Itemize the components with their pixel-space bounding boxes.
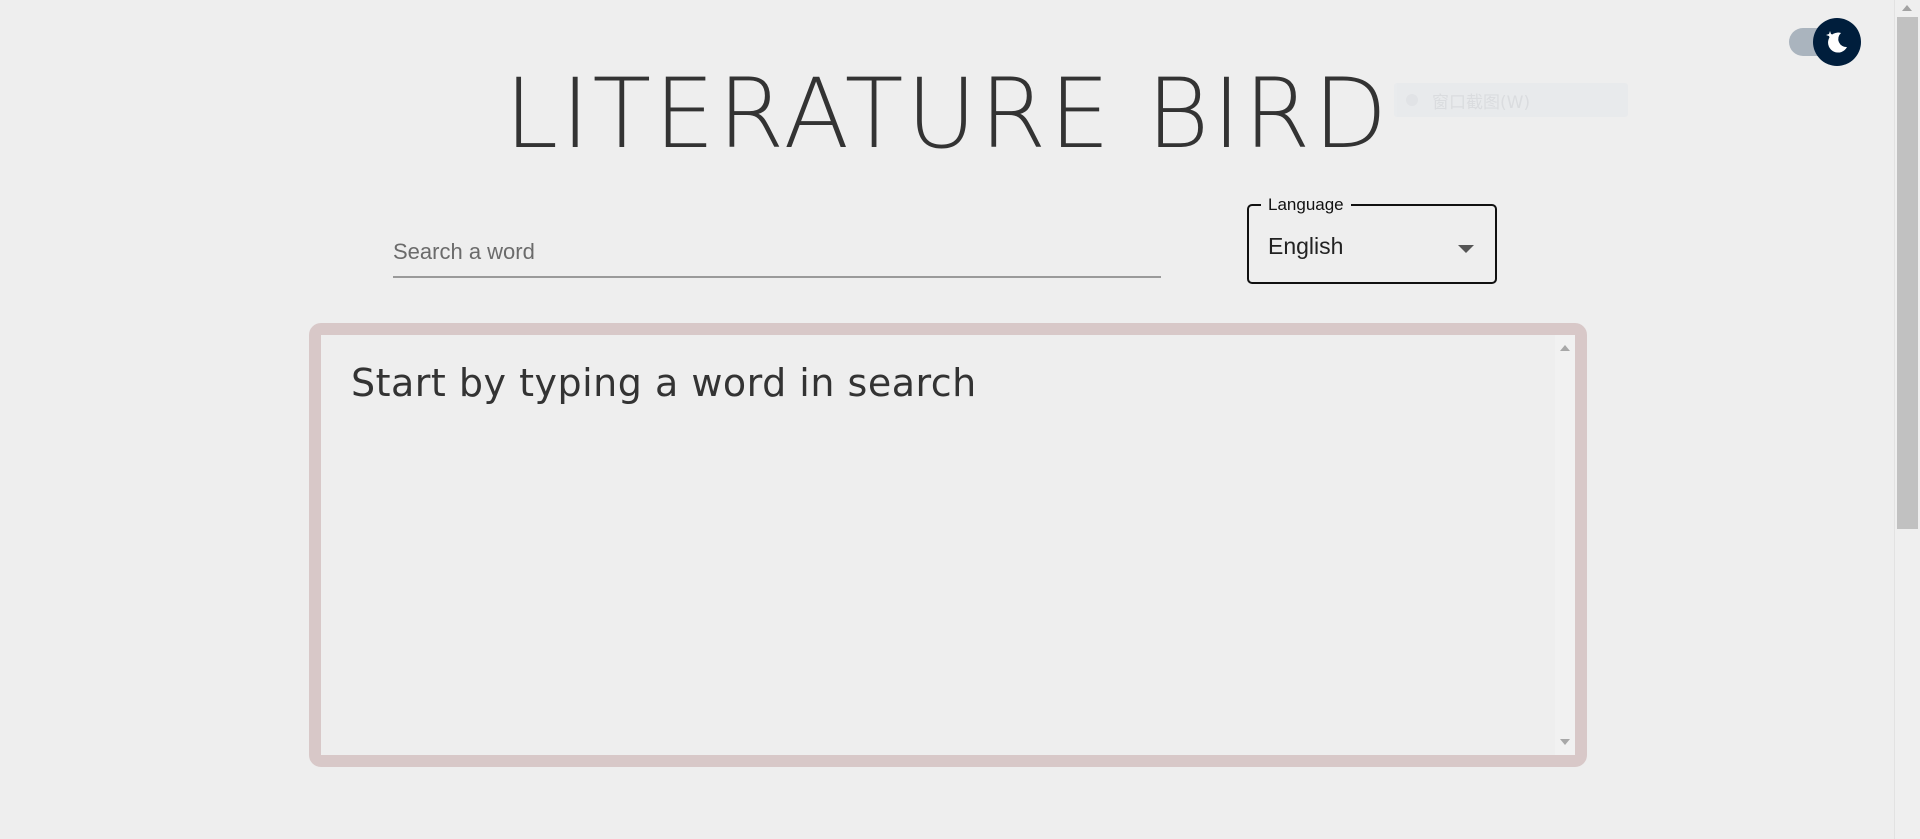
page: LITERATURE BIRD 窗口截图(W) Language English… <box>0 0 1920 839</box>
scroll-up-arrow-icon[interactable] <box>1560 345 1570 351</box>
search-field <box>393 232 1161 278</box>
results-panel: Start by typing a word in search <box>309 323 1587 767</box>
scroll-down-arrow-icon[interactable] <box>1560 739 1570 745</box>
page-scrollbar[interactable] <box>1894 0 1920 839</box>
language-label: Language <box>1261 195 1351 215</box>
language-select[interactable]: Language English <box>1247 195 1497 284</box>
search-input[interactable] <box>393 232 1161 272</box>
screenshot-overlay-widget: 窗口截图(W) <box>1394 83 1628 117</box>
page-scrollbar-thumb[interactable] <box>1897 17 1918 529</box>
dropdown-arrow-icon[interactable] <box>1458 245 1474 253</box>
moon-icon <box>1826 31 1847 53</box>
results-scrollbar[interactable] <box>1555 335 1575 755</box>
record-icon <box>1406 94 1418 106</box>
results-message: Start by typing a word in search <box>351 361 977 405</box>
page-scroll-up-icon[interactable] <box>1902 5 1912 11</box>
language-selected-value[interactable]: English <box>1268 233 1343 260</box>
screenshot-overlay-label: 窗口截图(W) <box>1432 92 1531 113</box>
